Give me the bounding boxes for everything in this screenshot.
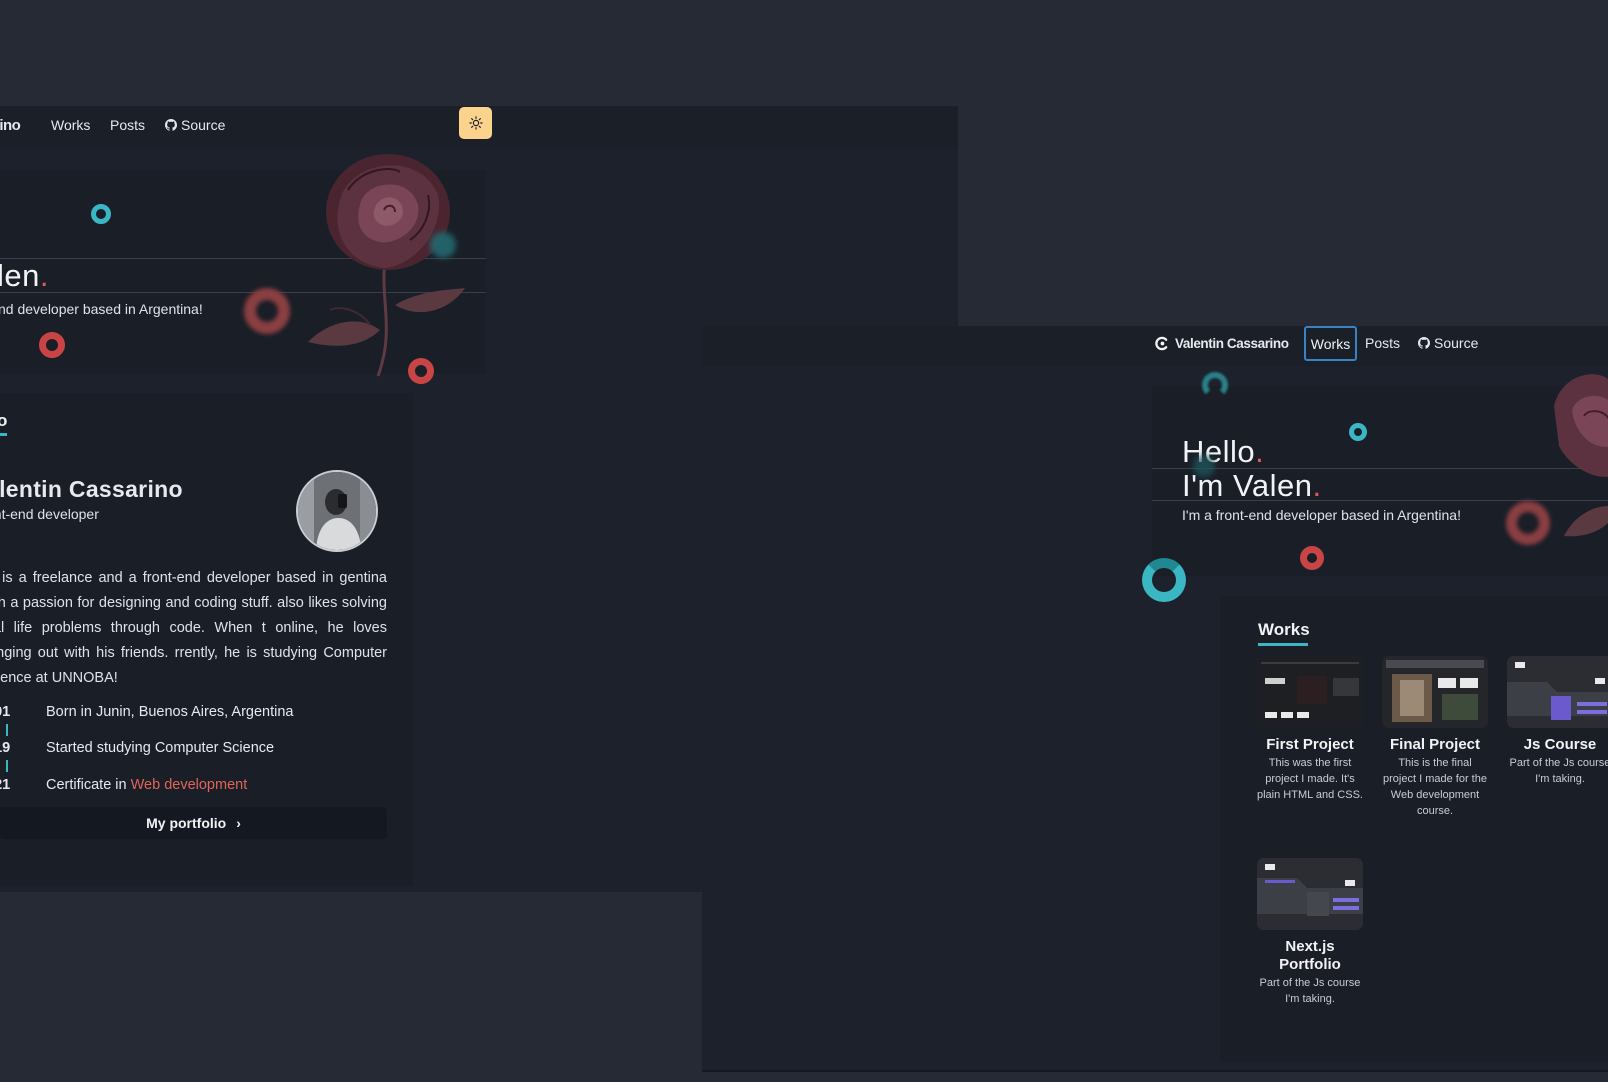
sun-icon (468, 116, 483, 130)
section-underline (1258, 643, 1308, 646)
work-thumbnail[interactable] (1257, 858, 1363, 930)
thumbnail-image (1257, 656, 1363, 728)
work-item-first-project[interactable]: First Project This was the first project… (1256, 656, 1364, 803)
decor-ring-teal (1202, 372, 1228, 398)
person-name: alentin Cassarino (0, 476, 183, 502)
work-item-js-course[interactable]: Js Course Part of the Js course I'm taki… (1506, 656, 1608, 787)
nav-source-label: Source (1434, 335, 1479, 351)
nav-source-label: Source (181, 117, 226, 133)
decor-blur-teal (430, 232, 456, 258)
hero-subtitle: nd developer based in Argentina! (0, 301, 203, 317)
timeline-row: 019 Started studying Computer Science (0, 740, 274, 756)
portfolio-button-label: My portfolio (146, 815, 227, 831)
timeline-year: 021 (0, 777, 11, 793)
work-title: Js Course (1523, 736, 1597, 753)
thumbnail-image (1507, 656, 1608, 728)
works-card: Works First Project This was the first p… (1220, 596, 1608, 1062)
decor-ring-red-blur (244, 288, 290, 334)
about-card: o alentin Cassarino ont-end developer en… (0, 393, 413, 886)
rose-illustration (308, 154, 465, 377)
works-section-title: Works (1258, 620, 1310, 639)
hero-subtitle: I'm a front-end developer based in Argen… (1182, 507, 1461, 523)
nav-posts[interactable]: Posts (110, 117, 145, 133)
hero-title: len. (0, 258, 49, 294)
left-brand[interactable]: rino (0, 117, 21, 134)
right-brand-label: Valentin Cassarino (1175, 336, 1289, 351)
decor-ring-red (1300, 546, 1324, 570)
timeline-connector (6, 760, 8, 772)
timeline-row: 001 Born in Junin, Buenos Aires, Argentin… (0, 704, 293, 720)
nav-source[interactable]: Source (1418, 335, 1478, 351)
about-section-title: o (0, 411, 8, 430)
decor-ring-red-blur (1506, 501, 1550, 545)
decor-ring-red (39, 332, 65, 358)
timeline-row: 021 Certificate in Web development (0, 777, 247, 793)
hero-line2-dot: . (1312, 468, 1322, 503)
theme-toggle-button[interactable] (459, 107, 492, 139)
decor-blur-teal (1193, 455, 1215, 477)
chevron-right-icon: › (236, 815, 241, 831)
hero-title-text: len (0, 258, 40, 293)
right-navbar: Valentin Cassarino Works Posts Source (702, 326, 1608, 366)
nav-source[interactable]: Source (165, 117, 225, 133)
section-underline (0, 433, 7, 436)
work-title: Next.js Portfolio (1279, 938, 1341, 973)
work-title: Final Project (1389, 736, 1481, 753)
thumbnail-image (1257, 858, 1363, 930)
logo-icon (1155, 336, 1168, 351)
timeline-connector (6, 724, 8, 736)
web-development-link[interactable]: Web development (131, 777, 248, 793)
work-thumbnail[interactable] (1257, 656, 1363, 728)
work-title: First Project (1266, 736, 1354, 753)
work-item-nextjs-portfolio[interactable]: Next.js Portfolio Part of the Js course … (1256, 858, 1364, 1007)
timeline-text: Born in Junin, Buenos Aires, Argentina (46, 704, 294, 720)
work-description: Part of the Js course I'm taking. (1509, 757, 1608, 785)
work-description: This was the first project I made. It's … (1257, 757, 1363, 801)
my-portfolio-button[interactable]: My portfolio › (0, 807, 387, 839)
decor-ring-red (408, 358, 434, 384)
work-description: Part of the Js course I'm taking. (1259, 977, 1361, 1005)
github-icon (165, 119, 177, 131)
nav-works[interactable]: Works (51, 117, 90, 133)
decor-ring-teal (1349, 423, 1367, 441)
decor-ring-teal (91, 204, 111, 224)
bio-paragraph: en is a freelance and a front-end develo… (0, 570, 387, 686)
right-brand[interactable]: Valentin Cassarino (1154, 336, 1289, 351)
work-item-final-project[interactable]: Final Project This is the final project … (1381, 656, 1489, 819)
work-description: This is the final project I made for the… (1383, 757, 1487, 817)
right-window: Valentin Cassarino Works Posts Source He… (702, 326, 1608, 1072)
thumbnail-image (1382, 656, 1488, 728)
work-thumbnail[interactable] (1507, 656, 1608, 728)
timeline-year: 019 (0, 740, 11, 756)
decor-ring-teal-large (1142, 558, 1186, 602)
timeline-text: Started studying Computer Science (46, 740, 275, 756)
work-thumbnail[interactable] (1382, 656, 1488, 728)
avatar (296, 470, 378, 552)
left-navbar: rino Works Posts Source (0, 106, 958, 148)
nav-works-active[interactable]: Works (1304, 326, 1357, 361)
hero-line1-dot: . (1255, 434, 1265, 469)
github-icon (1418, 337, 1430, 349)
timeline-year: 001 (0, 704, 11, 720)
hero-title-dot: . (39, 258, 49, 293)
nav-posts[interactable]: Posts (1365, 335, 1400, 351)
person-role: ont-end developer (0, 506, 99, 522)
timeline-text: Certificate in (46, 777, 131, 793)
